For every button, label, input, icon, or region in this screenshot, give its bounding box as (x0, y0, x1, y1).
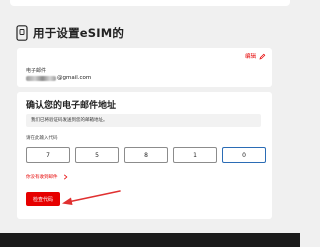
arrow-annotation-icon (62, 190, 121, 205)
resend-link[interactable]: 你没有收到邮件 (26, 174, 68, 180)
email-label: 电子邮件 (26, 68, 47, 74)
code-label: 请在此输入代码 (26, 136, 58, 141)
phone-icon (16, 25, 28, 41)
section-title: 用于设置eSIM的 (33, 26, 125, 40)
code-digit-2[interactable]: 5 (75, 147, 119, 163)
edit-label: 编辑 (244, 54, 256, 60)
check-code-button[interactable]: 检查代码 (26, 192, 60, 206)
code-digit-5[interactable]: 0 (222, 147, 266, 163)
resend-label: 你没有收到邮件 (26, 175, 58, 180)
code-input-row: 7 5 8 1 0 (26, 147, 266, 163)
footer-bar (0, 233, 300, 247)
code-digit-4[interactable]: 1 (173, 147, 217, 163)
email-card: 编辑 电子邮件 @gmail.com (17, 48, 272, 87)
previous-card (10, 0, 290, 6)
email-redacted (26, 75, 56, 81)
info-message: 我们已将验证码发送到您的邮箱地址。 (26, 114, 261, 127)
code-digit-1[interactable]: 7 (26, 147, 70, 163)
code-digit-3[interactable]: 8 (124, 147, 168, 163)
section-header: 用于设置eSIM的 (16, 23, 124, 43)
pencil-icon (259, 53, 266, 60)
chevron-right-icon (63, 174, 68, 180)
edit-link[interactable]: 编辑 (245, 52, 266, 60)
verify-title: 确认您的电子邮件地址 (26, 101, 117, 111)
email-domain: @gmail.com (57, 75, 92, 81)
verify-card: 确认您的电子邮件地址 我们已将验证码发送到您的邮箱地址。 请在此输入代码 7 5… (17, 92, 272, 219)
email-value: @gmail.com (26, 75, 91, 81)
